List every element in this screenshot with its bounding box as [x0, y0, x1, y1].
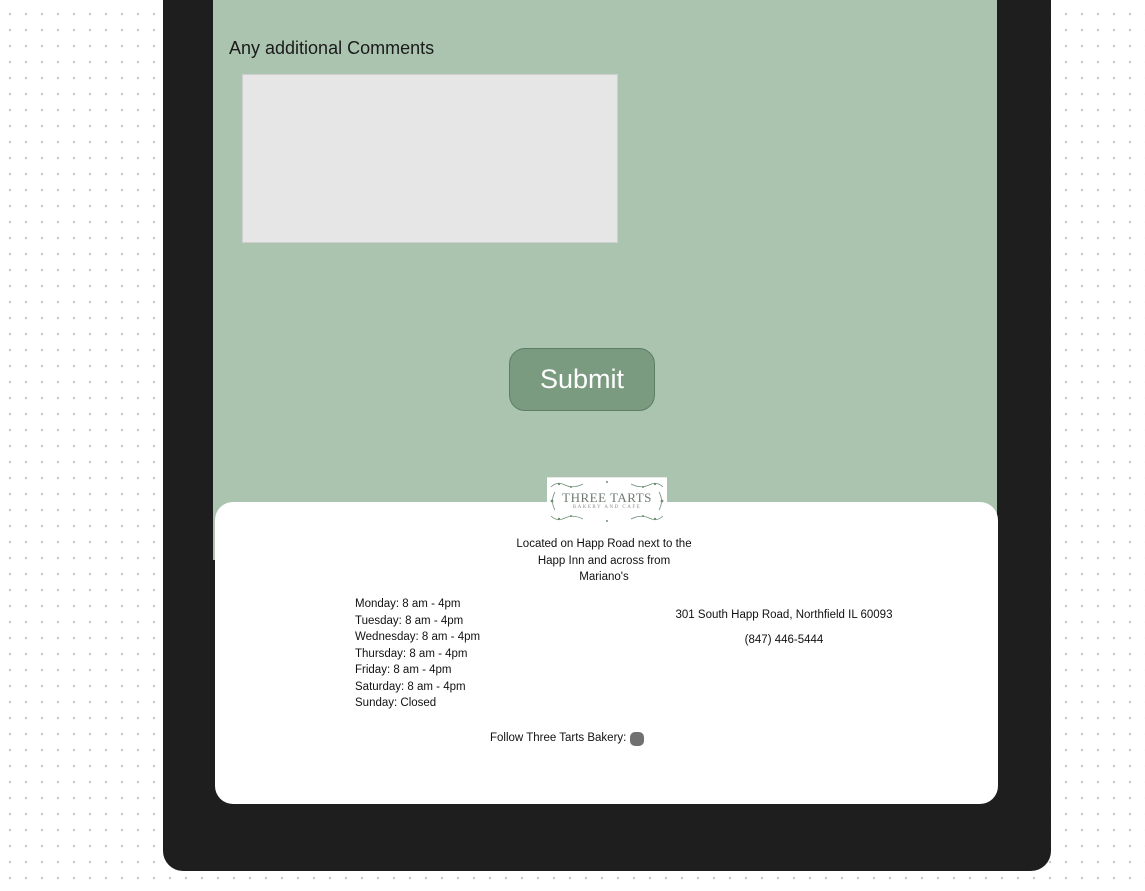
- hours-item: Sunday: Closed: [355, 697, 437, 709]
- social-icon[interactable]: [630, 732, 644, 746]
- submit-button[interactable]: Submit: [509, 348, 655, 411]
- comments-textarea[interactable]: [242, 74, 618, 243]
- location-text: Located on Happ Road next to the Happ In…: [516, 538, 692, 583]
- hours-item: Tuesday: 8 am - 4pm: [355, 614, 464, 627]
- comments-label: Any additional Comments: [229, 38, 435, 58]
- phone-number: (847) 446-5444: [744, 634, 824, 646]
- logo: THREE TARTS BAKERY AND CAFE: [547, 477, 667, 524]
- logo-name: THREE TARTS: [562, 490, 652, 505]
- address-text: 301 South Happ Road, Northfield IL 60093: [675, 609, 893, 621]
- hours-item: Wednesday: 8 am - 4pm: [355, 631, 481, 643]
- hours-list: Monday: 8 am - 4pm Tuesday: 8 am - 4pm W…: [355, 596, 480, 712]
- logo-tagline: BAKERY AND CAFE: [572, 505, 642, 510]
- hours-item: Monday: 8 am - 4pm: [355, 598, 461, 610]
- hours-item: Thursday: 8 am - 4pm: [355, 647, 468, 660]
- hours-item: Friday: 8 am - 4pm: [355, 664, 452, 676]
- hours-item: Saturday: 8 am - 4pm: [355, 680, 466, 693]
- follow-label: Follow Three Tarts Bakery:: [490, 732, 627, 744]
